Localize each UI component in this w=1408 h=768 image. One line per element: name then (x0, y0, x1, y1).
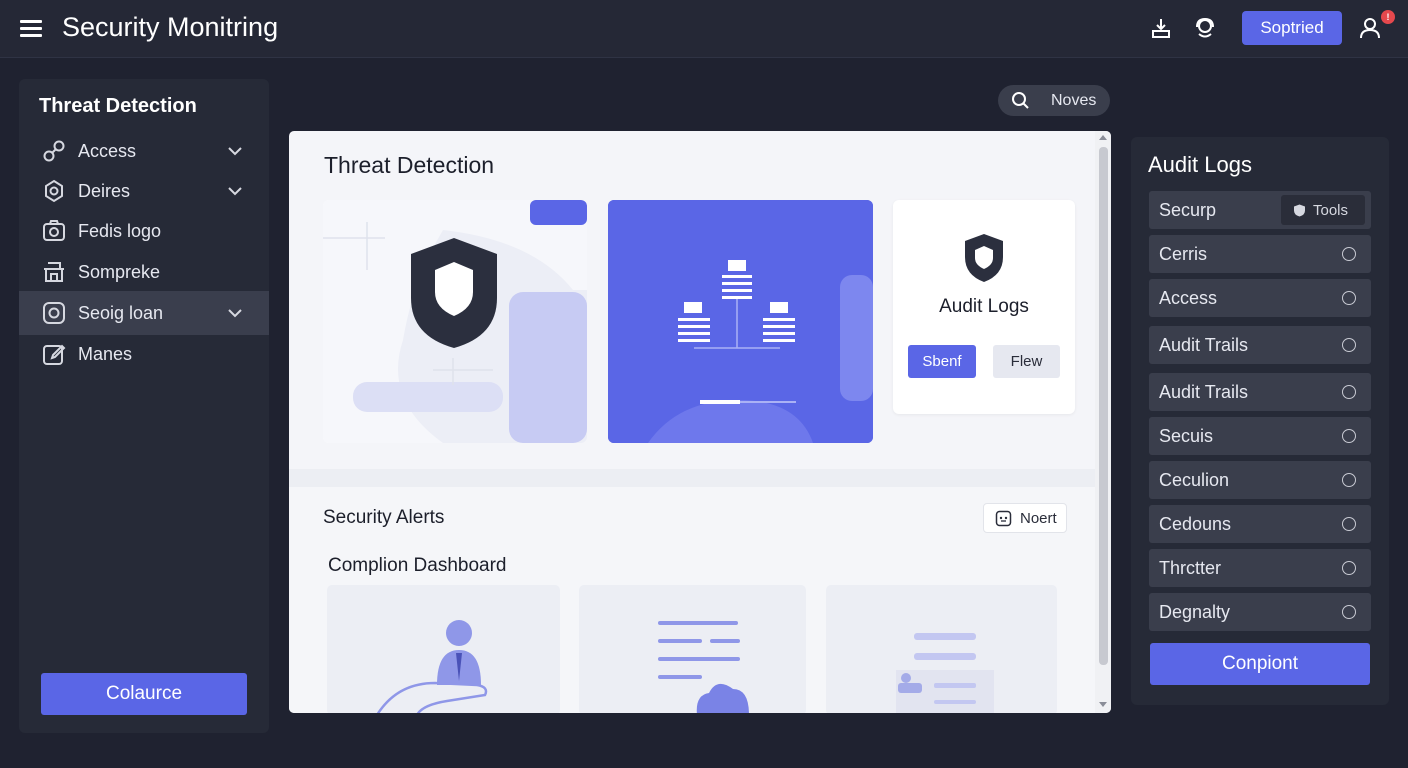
tools-button[interactable]: Tools (1281, 195, 1365, 225)
audit-row[interactable]: Degnalty (1149, 593, 1371, 631)
audit-row[interactable]: Audit Trails (1149, 326, 1371, 364)
section-divider (289, 469, 1095, 487)
building-icon (44, 262, 64, 282)
compliance-dashboard-title: Complion Dashboard (328, 555, 507, 576)
audit-primary-button[interactable]: Sbenf (908, 345, 976, 378)
audit-row-label: Securp (1159, 199, 1217, 220)
sidebar-bottom-button[interactable]: Colaurce (41, 673, 247, 715)
radio-button[interactable] (1342, 247, 1356, 261)
menu-icon[interactable] (20, 18, 44, 38)
shield-icon (965, 234, 1003, 282)
audit-logs-card: Audit Logs Sbenf Flew (893, 200, 1075, 414)
radio-button[interactable] (1342, 291, 1356, 305)
top-bar: Security Monitring Soptried ! (0, 0, 1408, 58)
document-illustration (658, 621, 749, 713)
scroll-thumb[interactable] (1099, 147, 1108, 665)
shield-icon (1294, 204, 1305, 217)
page-title: Threat Detection (324, 152, 495, 178)
sidebar-item-label: Manes (78, 343, 133, 364)
audit-row[interactable]: Secuis (1149, 417, 1371, 455)
alerts-action-label: Noert (1020, 509, 1057, 527)
audit-card-title: Audit Logs (939, 296, 1029, 317)
radio-button[interactable] (1342, 338, 1356, 352)
threat-shield-card[interactable] (323, 200, 587, 443)
audit-row-label: Audit Trails (1159, 334, 1249, 355)
search-icon (1012, 92, 1029, 109)
main-scrollbar[interactable] (1095, 131, 1111, 713)
radio-button[interactable] (1342, 385, 1356, 399)
search-input[interactable]: Noves (998, 85, 1110, 116)
message-icon (995, 510, 1012, 527)
edit-icon (43, 344, 66, 365)
scroll-down-icon[interactable] (1099, 702, 1107, 707)
app-title: Security Monitring (62, 12, 279, 42)
network-illustration (608, 200, 873, 443)
audit-bottom-button[interactable]: Conpiont (1150, 643, 1370, 685)
audit-row-label: Thrctter (1159, 557, 1222, 578)
search-label: Noves (1051, 91, 1097, 109)
tools-label: Tools (1313, 201, 1349, 219)
audit-row-label: Cerris (1159, 243, 1207, 264)
alerts-action-button[interactable]: Noert (983, 503, 1067, 533)
primary-action-button[interactable]: Soptried (1242, 11, 1342, 45)
audit-row-label: Audit Trails (1159, 381, 1249, 402)
sidebar-item-label: Somprekе (78, 261, 161, 282)
sidebar-item-label: Access (78, 140, 137, 161)
audit-panel-title: Audit Logs (1148, 152, 1252, 177)
instagram-icon (43, 302, 65, 324)
radio-button[interactable] (1342, 473, 1356, 487)
radio-button[interactable] (1342, 517, 1356, 531)
audit-row[interactable]: Audit Trails (1149, 373, 1371, 411)
report-illustration (896, 633, 994, 713)
sidebar-item-label: Seoig loan (78, 302, 164, 323)
sidebar-item-somprekе[interactable]: Somprekе (19, 250, 269, 294)
radio-button[interactable] (1342, 429, 1356, 443)
user-icon[interactable] (1358, 15, 1384, 41)
sidebar-item-deires[interactable]: Deires (19, 169, 269, 213)
alerts-title: Security Alerts (323, 507, 445, 528)
network-card[interactable] (608, 200, 873, 443)
main-panel: Threat Detection Audit Logs Sbenf Flew S… (289, 131, 1111, 713)
audit-row[interactable]: Securp Tools (1149, 191, 1371, 229)
chevron-down-icon[interactable] (226, 304, 244, 322)
audit-row[interactable]: Access (1149, 279, 1371, 317)
chevron-down-icon[interactable] (226, 182, 244, 200)
audit-row[interactable]: Cedouns (1149, 505, 1371, 543)
settings-icon (45, 179, 63, 203)
scroll-up-icon[interactable] (1099, 135, 1107, 140)
audit-row[interactable]: Ceculion (1149, 461, 1371, 499)
compliance-card-report[interactable] (826, 585, 1057, 713)
compliance-card-person[interactable] (327, 585, 560, 713)
audit-row-label: Cedouns (1159, 513, 1232, 534)
sidebar-item-fedis-logo[interactable]: Fedis logo (19, 209, 269, 253)
audit-row-label: Degnalty (1159, 601, 1231, 622)
sidebar-title: Threat Detection (39, 95, 197, 117)
audit-row-label: Secuis (1159, 425, 1214, 446)
radio-button[interactable] (1342, 605, 1356, 619)
sidebar-item-seoig-loan[interactable]: Seoig loan (19, 291, 269, 335)
download-icon[interactable] (1148, 15, 1174, 41)
security-alerts-section: Security Alerts Noert Complion Dashboard (289, 487, 1095, 713)
camera-icon (43, 220, 65, 241)
shield-illustration (323, 200, 587, 443)
audit-row-label: Ceculion (1159, 469, 1230, 490)
sidebar-item-manes[interactable]: Manes (19, 332, 269, 376)
person-illustration (376, 620, 488, 713)
sidebar-item-label: Deires (78, 180, 131, 201)
chevron-down-icon[interactable] (226, 142, 244, 160)
sidebar: Threat Detection Access Deires Fedis log… (19, 79, 269, 733)
sidebar-item-access[interactable]: Access (19, 129, 269, 173)
radio-button[interactable] (1342, 561, 1356, 575)
audit-row[interactable]: Thrctter (1149, 549, 1371, 587)
audit-logs-panel: Audit Logs Securp Tools Cerris Access Au… (1131, 137, 1389, 705)
compliance-card-document[interactable] (579, 585, 806, 713)
support-icon[interactable] (1192, 15, 1218, 41)
sidebar-item-label: Fedis logo (78, 220, 162, 241)
audit-row[interactable]: Cerris (1149, 235, 1371, 273)
notification-badge[interactable]: ! (1381, 10, 1395, 24)
link-icon (43, 140, 65, 162)
audit-row-label: Access (1159, 287, 1218, 308)
audit-secondary-button[interactable]: Flew (993, 345, 1060, 378)
